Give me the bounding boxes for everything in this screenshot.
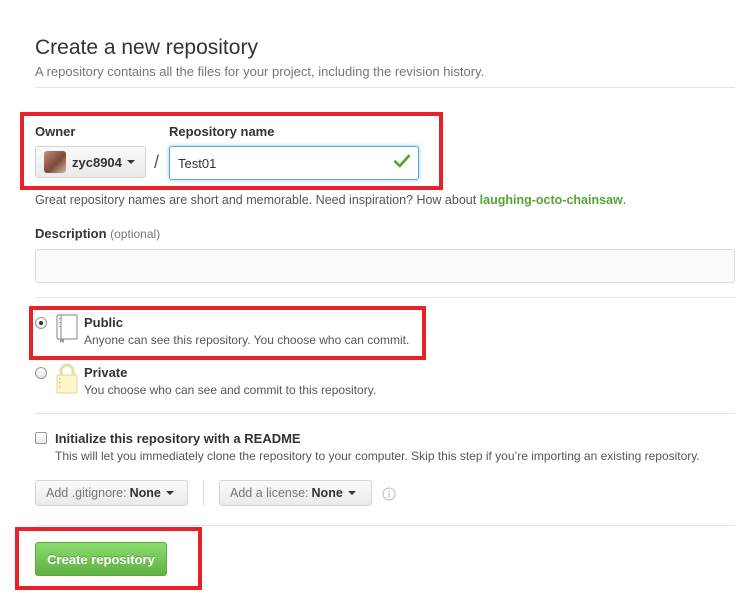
description-label: Description (optional) xyxy=(35,226,160,241)
owner-label: Owner xyxy=(35,124,76,139)
page-title: Create a new repository xyxy=(35,36,258,59)
hint-text: Great repository names are short and mem… xyxy=(35,193,480,207)
license-value: None xyxy=(311,486,343,500)
create-repository-button[interactable]: Create repository xyxy=(35,542,167,576)
private-desc: You choose who can see and commit to thi… xyxy=(84,383,377,397)
repo-book-icon xyxy=(56,314,78,343)
page-subtitle: A repository contains all the files for … xyxy=(35,64,485,79)
gitignore-dropdown[interactable]: Add .gitignore: None xyxy=(35,480,188,506)
info-icon[interactable] xyxy=(382,487,396,501)
public-desc: Anyone can see this repository. You choo… xyxy=(84,333,410,347)
lock-icon xyxy=(56,363,78,394)
avatar xyxy=(44,151,66,173)
readme-title: Initialize this repository with a README xyxy=(55,431,301,446)
license-prefix: Add a license: xyxy=(230,486,309,500)
public-radio[interactable] xyxy=(35,317,47,329)
owner-dropdown[interactable]: zyc8904 xyxy=(35,146,146,178)
gitignore-prefix: Add .gitignore: xyxy=(46,486,127,500)
description-input[interactable] xyxy=(35,249,735,283)
divider xyxy=(35,525,735,526)
repo-name-input[interactable] xyxy=(169,146,419,180)
private-title: Private xyxy=(84,365,128,380)
owner-name: zyc8904 xyxy=(72,154,122,170)
readme-desc: This will let you immediately clone the … xyxy=(55,449,700,463)
hint-suffix: . xyxy=(622,193,627,207)
private-radio[interactable] xyxy=(35,367,47,379)
readme-checkbox[interactable] xyxy=(35,432,47,444)
license-dropdown[interactable]: Add a license: None xyxy=(219,480,372,506)
caret-down-icon xyxy=(165,491,174,495)
gitignore-value: None xyxy=(129,486,161,500)
repo-name-label: Repository name xyxy=(169,124,275,139)
description-label-text: Description xyxy=(35,226,107,241)
suggestion-link[interactable]: laughing-octo-chainsaw xyxy=(480,193,623,207)
divider xyxy=(35,413,735,414)
public-title: Public xyxy=(84,315,124,330)
divider xyxy=(35,87,735,88)
divider xyxy=(35,297,735,298)
vertical-divider xyxy=(203,480,204,506)
optional-tag: (optional) xyxy=(110,227,161,241)
owner-repo-separator: / xyxy=(154,152,160,172)
check-icon xyxy=(393,154,411,168)
caret-down-icon xyxy=(126,160,135,164)
repo-name-hint: Great repository names are short and mem… xyxy=(35,193,626,207)
caret-down-icon xyxy=(347,491,356,495)
